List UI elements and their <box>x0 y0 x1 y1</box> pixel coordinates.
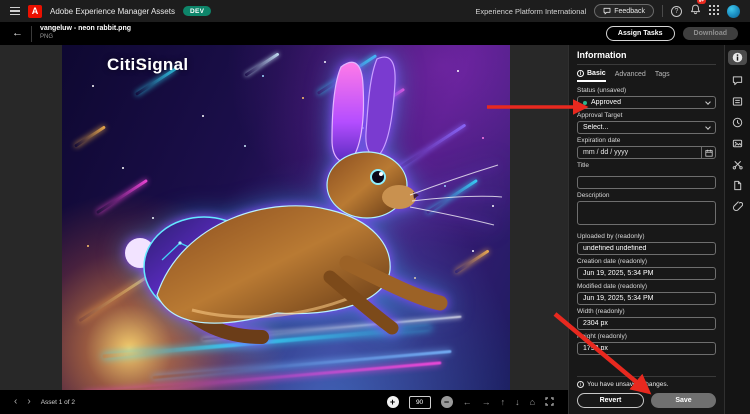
pan-up-icon[interactable]: ↑ <box>501 398 506 407</box>
neon-rabbit-illustration <box>62 45 510 390</box>
revert-button[interactable]: Revert <box>577 393 644 408</box>
panel-footer: i You have unsaved changes. Revert Save <box>577 376 716 408</box>
creation-date-label: Creation date (readonly) <box>577 258 716 265</box>
expiration-date-label: Expiration date <box>577 137 716 144</box>
approval-target-label: Approval Target <box>577 112 716 119</box>
pan-right-icon[interactable]: → <box>482 398 491 407</box>
panel-tabs: i Basic Advanced Tags <box>577 65 716 82</box>
user-avatar[interactable] <box>727 5 740 18</box>
assign-tasks-button[interactable]: Assign Tasks <box>606 26 675 41</box>
status-select[interactable]: Approved <box>577 96 716 109</box>
calendar-icon[interactable] <box>701 147 715 158</box>
next-asset-icon[interactable]: › <box>27 397 30 407</box>
pan-left-icon[interactable]: ← <box>463 398 472 407</box>
width-label: Width (readonly) <box>577 308 716 315</box>
description-input[interactable] <box>577 201 716 225</box>
unsaved-changes-notice: You have unsaved changes. <box>587 381 668 388</box>
information-panel: Information i Basic Advanced Tags Status… <box>568 45 724 414</box>
rail-properties-list-icon[interactable] <box>732 96 743 107</box>
tab-tags[interactable]: Tags <box>655 70 670 82</box>
save-button[interactable]: Save <box>651 393 716 408</box>
app-title: Adobe Experience Manager Assets <box>50 7 175 16</box>
modified-date-label: Modified date (readonly) <box>577 283 716 290</box>
side-icon-rail <box>724 45 750 414</box>
title-input[interactable] <box>577 176 716 189</box>
top-bar: A Adobe Experience Manager Assets DEV Ex… <box>0 0 750 22</box>
tab-basic[interactable]: i Basic <box>577 70 606 82</box>
pan-down-icon[interactable]: ↓ <box>515 398 520 407</box>
environment-badge: DEV <box>183 6 211 16</box>
info-icon: i <box>577 381 584 388</box>
download-button[interactable]: Download <box>683 27 738 40</box>
asset-pagination: Asset 1 of 2 <box>41 399 75 406</box>
panel-title: Information <box>577 50 716 65</box>
hamburger-menu-icon[interactable] <box>10 7 20 16</box>
rail-workflow-scissors-icon[interactable] <box>732 159 743 170</box>
viewer-toolbar: ‹ › Asset 1 of 2 + − ← → ↑ ↓ ⌂ <box>0 390 568 414</box>
title-label: Title <box>577 162 716 169</box>
zoom-level-input[interactable] <box>409 396 431 409</box>
height-label: Height (readonly) <box>577 333 716 340</box>
height-value[interactable]: 1792 px <box>577 342 716 355</box>
asset-preview-image: CitiSignal <box>62 45 510 390</box>
feedback-button[interactable]: Feedback <box>594 4 654 18</box>
asset-header-bar: ← vangeluw - neon rabbit.png PNG Assign … <box>0 22 750 45</box>
asset-viewer: CitiSignal ‹ › Asset 1 of 2 + − ← → ↑ ↓ … <box>0 45 568 414</box>
zoom-in-icon[interactable]: + <box>387 396 399 408</box>
uploaded-by-label: Uploaded by (readonly) <box>577 233 716 240</box>
width-value[interactable]: 2304 px <box>577 317 716 330</box>
fullscreen-icon[interactable] <box>545 397 554 408</box>
status-dot-icon <box>583 101 587 105</box>
app-switcher-icon[interactable] <box>709 2 719 20</box>
expiration-date-field[interactable]: mm / dd / yyyy <box>577 146 716 159</box>
chevron-down-icon <box>705 124 711 130</box>
rail-document-icon[interactable] <box>732 180 743 191</box>
approval-target-select[interactable]: Select... <box>577 121 716 134</box>
tab-advanced[interactable]: Advanced <box>615 70 646 82</box>
feedback-bubble-icon <box>603 7 611 15</box>
notifications-bell-icon[interactable]: 9+ <box>690 2 701 20</box>
modified-date-value[interactable]: Jun 19, 2025, 5:34 PM <box>577 292 716 305</box>
rail-timeline-clock-icon[interactable] <box>732 117 743 128</box>
org-name: Experience Platform International <box>475 7 586 16</box>
uploaded-by-value[interactable]: undefined undefined <box>577 242 716 255</box>
help-icon[interactable]: ? <box>671 6 682 17</box>
rail-info-icon[interactable] <box>728 50 747 65</box>
notification-badge: 9+ <box>697 0 706 4</box>
image-watermark-text: CitiSignal <box>107 55 188 75</box>
adobe-logo-icon: A <box>28 5 42 18</box>
description-label: Description <box>577 192 716 199</box>
asset-format: PNG <box>40 34 131 42</box>
creation-date-value[interactable]: Jun 19, 2025, 5:34 PM <box>577 267 716 280</box>
rail-comments-icon[interactable] <box>732 75 743 86</box>
back-icon[interactable]: ← <box>12 28 23 39</box>
zoom-out-icon[interactable]: − <box>441 396 453 408</box>
rail-link-paperclip-icon[interactable] <box>732 201 743 212</box>
reset-view-home-icon[interactable]: ⌂ <box>530 398 535 407</box>
chevron-down-icon <box>705 99 711 105</box>
asset-name: vangeluw - neon rabbit.png <box>40 25 131 34</box>
status-label: Status (unsaved) <box>577 87 716 94</box>
rail-renditions-image-icon[interactable] <box>732 138 743 149</box>
prev-asset-icon[interactable]: ‹ <box>14 397 17 407</box>
info-icon: i <box>577 70 584 77</box>
